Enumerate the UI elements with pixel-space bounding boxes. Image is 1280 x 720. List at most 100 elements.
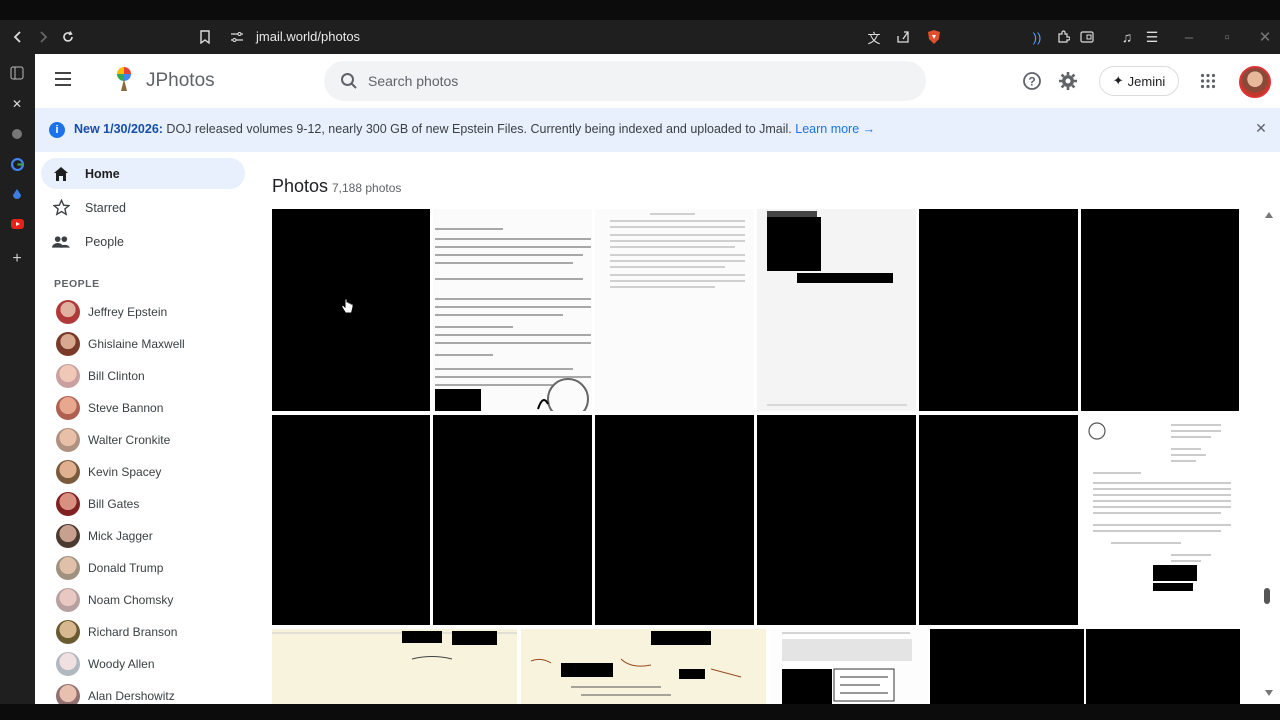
photo-tile[interactable] (757, 209, 916, 411)
photo-tile[interactable] (757, 415, 916, 625)
page-title: Photos (272, 176, 329, 196)
person-item[interactable]: Alan Dershowitz (56, 683, 175, 704)
reload-icon[interactable] (55, 24, 81, 50)
wallet-icon[interactable] (1074, 24, 1100, 50)
account-avatar[interactable] (1239, 66, 1271, 98)
bookmark-icon[interactable] (192, 24, 218, 50)
person-name: Ghislaine Maxwell (88, 337, 185, 351)
main-menu-icon[interactable] (55, 72, 73, 90)
photo-tile[interactable] (521, 629, 766, 704)
banner-text: New 1/30/2026: DOJ released volumes 9-12… (74, 122, 875, 136)
avatar (56, 300, 80, 324)
extensions-icon[interactable] (1050, 24, 1076, 50)
search-input[interactable] (368, 61, 908, 101)
photo-tile[interactable] (919, 415, 1078, 625)
person-name: Donald Trump (88, 561, 164, 575)
google-icon[interactable] (8, 155, 26, 173)
add-icon[interactable]: + (8, 250, 26, 268)
site-settings-icon[interactable] (224, 24, 250, 50)
hand-cursor-icon (340, 298, 354, 316)
photo-count: 7,188 photos (332, 181, 402, 195)
photo-tile[interactable] (770, 629, 928, 704)
avatar (56, 492, 80, 516)
photo-tile[interactable] (919, 209, 1078, 411)
back-icon[interactable] (5, 24, 31, 50)
person-item[interactable]: Walter Cronkite (56, 427, 170, 453)
photo-tile[interactable] (595, 209, 754, 411)
sidebar-item-label: Starred (85, 200, 126, 215)
minimize-icon[interactable]: – (1176, 24, 1202, 50)
person-item[interactable]: Steve Bannon (56, 395, 163, 421)
person-item[interactable]: Jeffrey Epstein (56, 299, 167, 325)
app-title[interactable]: JPhotos (146, 70, 215, 92)
jphotos-app: JPhotos ? ✦ Jemini i New (35, 54, 1280, 704)
scrollbar-thumb[interactable] (1264, 588, 1270, 604)
close-tab-icon[interactable]: ✕ (8, 95, 26, 113)
photo-tile[interactable] (433, 415, 592, 625)
photo-tile[interactable] (272, 415, 430, 625)
photo-tile[interactable] (272, 629, 517, 704)
sidebar-panel-icon[interactable] (8, 64, 26, 82)
scroll-down-arrow[interactable] (1265, 690, 1273, 696)
photo-tile[interactable] (433, 209, 592, 411)
person-name: Richard Branson (88, 625, 178, 639)
info-icon: i (49, 122, 65, 138)
search-icon[interactable] (340, 72, 358, 90)
svg-text:?: ? (1028, 75, 1035, 89)
sidebar-item-home[interactable]: Home (41, 158, 245, 189)
shield-icon[interactable] (921, 24, 947, 50)
maximize-icon[interactable]: ▫ (1214, 24, 1240, 50)
photo-tile[interactable] (930, 629, 1084, 704)
learn-more-link[interactable]: Learn more → (795, 122, 875, 136)
person-item[interactable]: Bill Clinton (56, 363, 145, 389)
person-item[interactable]: Kevin Spacey (56, 459, 161, 485)
person-name: Alan Dershowitz (88, 689, 175, 703)
banner-prefix: New 1/30/2026: (74, 122, 163, 136)
photo-tile[interactable] (1081, 209, 1239, 411)
settings-gear-icon[interactable] (1057, 70, 1079, 92)
person-item[interactable]: Mick Jagger (56, 523, 153, 549)
apps-grid-icon[interactable] (1197, 70, 1219, 92)
avatar (56, 428, 80, 452)
jemini-label: Jemini (1127, 73, 1166, 89)
drop-icon[interactable] (8, 185, 26, 203)
globe-icon[interactable] (8, 125, 26, 143)
person-name: Mick Jagger (88, 529, 153, 543)
sidebar-item-people[interactable]: People (41, 226, 245, 257)
music-icon[interactable]: ♫ (1114, 24, 1140, 50)
avatar (56, 588, 80, 612)
avatar (56, 460, 80, 484)
banner-close-icon[interactable]: ✕ (1253, 120, 1269, 136)
avatar (56, 652, 80, 676)
person-item[interactable]: Woody Allen (56, 651, 155, 677)
share-icon[interactable] (890, 24, 916, 50)
sidebar-item-label: Home (85, 166, 120, 181)
forward-icon[interactable] (30, 24, 56, 50)
window-close-icon[interactable]: ✕ (1252, 24, 1278, 50)
menu-icon[interactable]: ☰ (1139, 24, 1165, 50)
person-item[interactable]: Ghislaine Maxwell (56, 331, 185, 357)
photo-tile[interactable] (595, 415, 754, 625)
people-section-heading: PEOPLE (54, 278, 100, 290)
banner-message: DOJ released volumes 9-12, nearly 300 GB… (162, 122, 796, 136)
photo-tile[interactable] (1081, 415, 1239, 625)
youtube-icon[interactable] (8, 215, 26, 233)
avatar (56, 332, 80, 356)
browser-sidebar: ✕ + (0, 54, 35, 704)
help-icon[interactable]: ? (1021, 70, 1043, 92)
jemini-button[interactable]: ✦ Jemini (1099, 66, 1179, 96)
person-item[interactable]: Bill Gates (56, 491, 139, 517)
avatar (56, 396, 80, 420)
sidebar-item-starred[interactable]: Starred (41, 192, 245, 223)
photo-tile[interactable] (1086, 629, 1240, 704)
search-bar[interactable] (324, 61, 926, 101)
address-bar-url[interactable]: jmail.world/photos (256, 29, 360, 44)
scroll-up-arrow[interactable] (1265, 212, 1273, 218)
jphotos-logo[interactable] (111, 65, 137, 93)
audio-wave-icon[interactable]: )) (1024, 24, 1050, 50)
translate-icon[interactable]: 文 (861, 24, 887, 50)
person-item[interactable]: Richard Branson (56, 619, 177, 645)
person-item[interactable]: Noam Chomsky (56, 587, 173, 613)
person-item[interactable]: Donald Trump (56, 555, 163, 581)
bottom-bar (0, 704, 1280, 720)
